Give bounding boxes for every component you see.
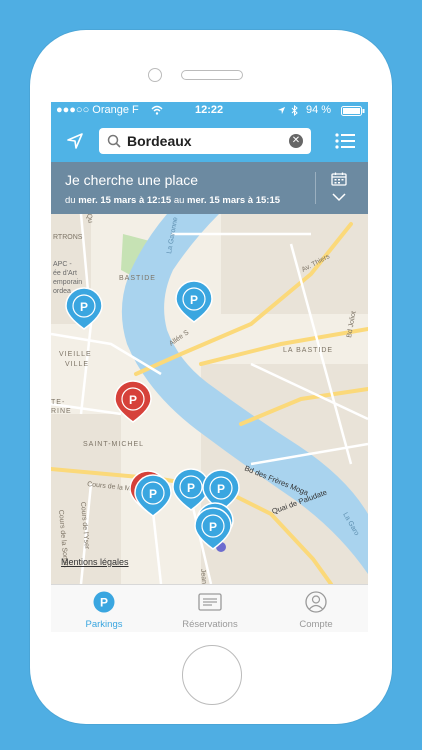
tab-label: Réservations xyxy=(182,619,238,630)
battery-percent: 94 % xyxy=(306,104,332,116)
map-label-rine: RINE xyxy=(51,408,72,415)
date-range: du mer. 15 mars à 12:15 au mer. 15 mars … xyxy=(65,195,280,206)
speaker-grille xyxy=(181,70,243,80)
search-period-banner[interactable]: Je cherche une place du mer. 15 mars à 1… xyxy=(51,162,368,214)
search-input[interactable]: Bordeaux xyxy=(127,133,192,149)
map-label-te: TE- xyxy=(51,399,65,406)
map-label-la-bastide: LA BASTIDE xyxy=(283,347,333,354)
chevron-down-icon[interactable] xyxy=(332,192,346,202)
map-label-capc: APC - xyxy=(53,261,72,268)
tab-account[interactable]: Compte xyxy=(263,585,368,632)
map-label-capc-4: ordea xyxy=(53,288,71,295)
map-label-capc-2: ée d'Art xyxy=(53,270,77,277)
wifi-icon xyxy=(151,105,163,115)
bluetooth-icon xyxy=(291,105,298,116)
search-icon xyxy=(107,134,121,148)
account-icon xyxy=(305,591,327,613)
locate-me-icon[interactable] xyxy=(65,131,85,151)
battery-icon xyxy=(341,106,365,116)
map-view[interactable]: RTRONS APC - ée d'Art emporain ordea BAS… xyxy=(51,213,368,586)
map-label-bastide-north: BASTIDE xyxy=(119,275,156,282)
banner-divider xyxy=(315,172,316,204)
map-label-vieille: VIEILLE xyxy=(59,351,92,358)
pin-label: P xyxy=(149,487,157,501)
clock: 12:22 xyxy=(195,104,224,116)
clear-search-icon[interactable]: ✕ xyxy=(289,134,303,148)
tab-label: Parkings xyxy=(85,619,123,630)
legal-notice-link[interactable]: Mentions légales xyxy=(61,557,129,567)
parking-icon: P xyxy=(93,591,115,613)
map-canvas[interactable]: RTRONS APC - ée d'Art emporain ordea BAS… xyxy=(51,213,368,586)
home-button[interactable] xyxy=(182,645,242,705)
date-to-word: au xyxy=(173,195,185,206)
pin-label: P xyxy=(209,520,217,534)
ticket-icon xyxy=(198,593,222,611)
pin-label: P xyxy=(217,482,225,496)
tab-parkings[interactable]: P Parkings xyxy=(51,585,157,632)
pin-label: P xyxy=(190,293,198,307)
list-view-icon[interactable] xyxy=(334,131,356,151)
map-label-ville: VILLE xyxy=(65,361,89,368)
nav-bar: Bordeaux ✕ xyxy=(51,120,368,162)
tab-label: Compte xyxy=(299,619,333,630)
status-bar: ●●●○○ Orange F 12:22 94 % xyxy=(51,102,368,120)
map-label-jean: Jean xyxy=(199,569,207,584)
search-bar[interactable]: Bordeaux ✕ xyxy=(99,128,311,154)
location-arrow-icon xyxy=(277,106,286,115)
tab-reservations[interactable]: Réservations xyxy=(157,585,263,632)
tab-bar: P Parkings Réservations Compte xyxy=(51,584,368,632)
date-from-word: du xyxy=(65,195,76,206)
map-label-saint-michel: SAINT-MICHEL xyxy=(83,441,144,448)
svg-text:P: P xyxy=(100,596,108,610)
end-datetime: mer. 15 mars à 15:15 xyxy=(187,195,281,206)
pin-label: P xyxy=(80,300,88,314)
map-label-capc-3: emporain xyxy=(53,279,82,286)
map-label-chartrons: RTRONS xyxy=(53,234,83,241)
start-datetime: mer. 15 mars à 12:15 xyxy=(78,195,172,206)
app-screen: ●●●○○ Orange F 12:22 94 % Bordeaux ✕ Je … xyxy=(51,102,368,632)
calendar-icon[interactable] xyxy=(331,172,347,186)
carrier-label: ●●●○○ Orange F xyxy=(56,104,139,116)
pin-label: P xyxy=(129,393,137,407)
front-camera xyxy=(148,68,162,82)
pin-label: P xyxy=(187,481,195,495)
banner-title: Je cherche une place xyxy=(65,172,199,188)
